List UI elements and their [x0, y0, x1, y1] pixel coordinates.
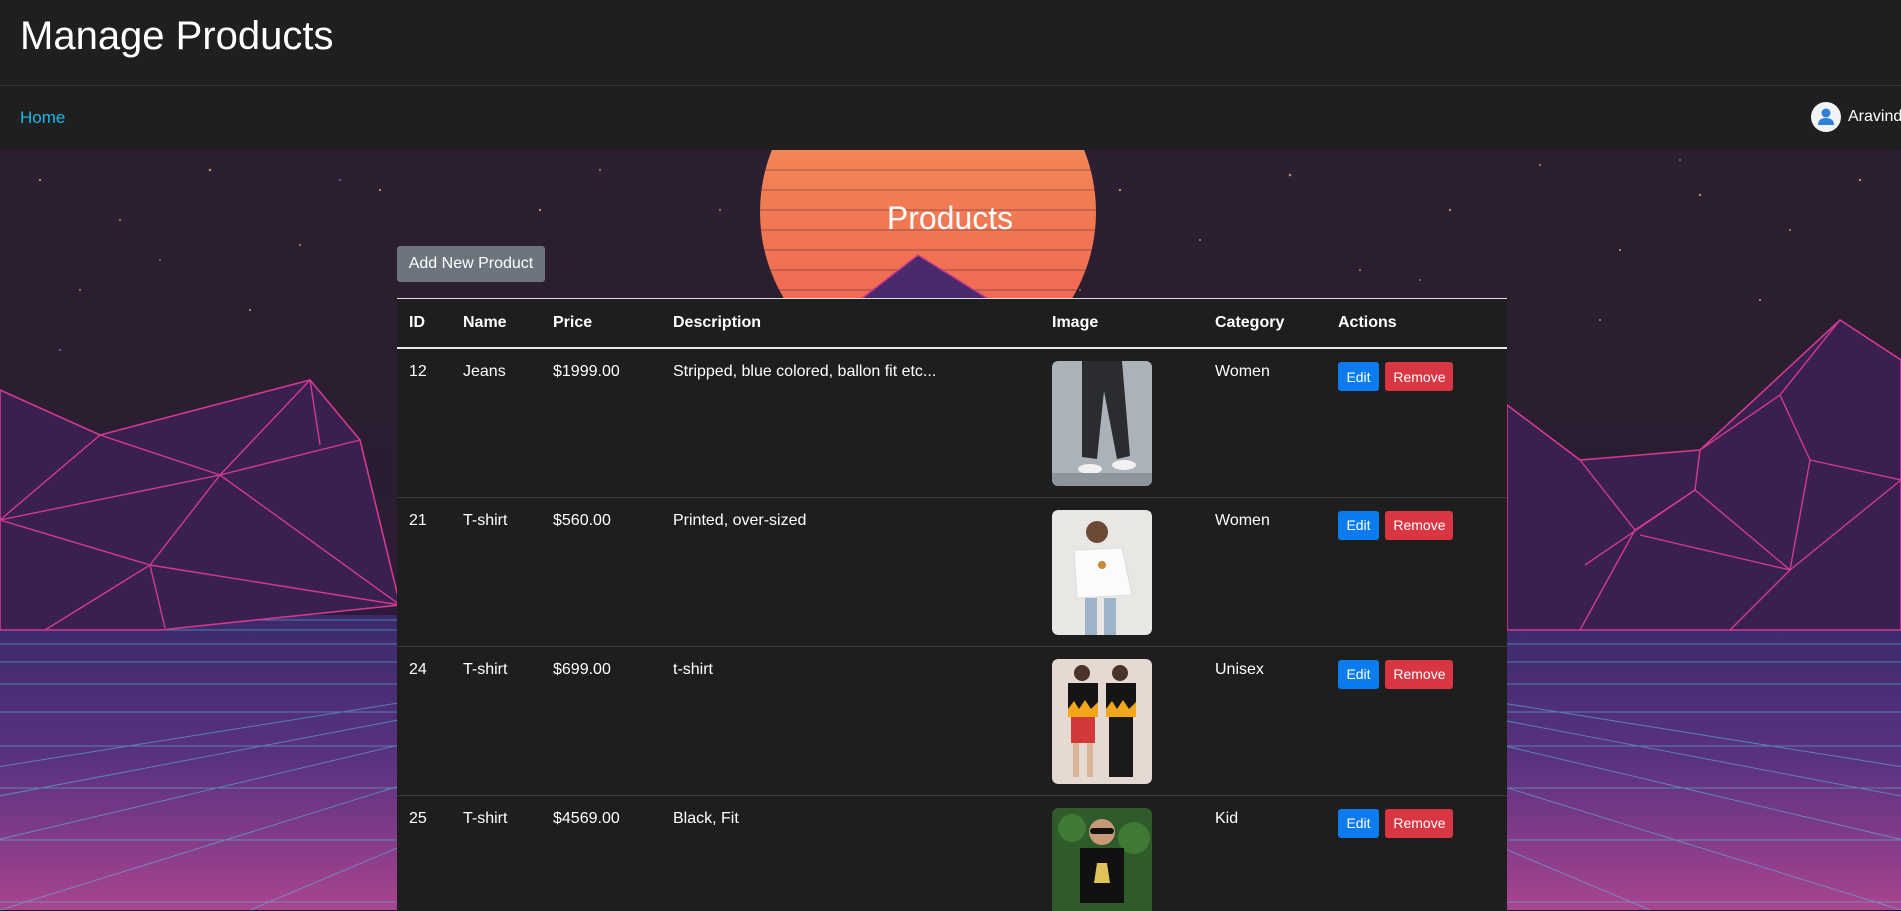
cell-price: $699.00: [541, 646, 661, 795]
add-new-product-button[interactable]: Add New Product: [397, 246, 545, 282]
cell-image: [1040, 795, 1203, 911]
cell-id: 21: [397, 497, 451, 646]
cell-actions: Edit Remove: [1326, 348, 1507, 497]
user-name: Aravind: [1848, 108, 1901, 126]
cell-actions: Edit Remove: [1326, 795, 1507, 911]
cell-price: $4569.00: [541, 795, 661, 911]
cell-category: Kid: [1203, 795, 1326, 911]
product-image-white-tshirt: [1052, 510, 1152, 635]
cell-image: [1040, 497, 1203, 646]
page-title: Manage Products: [20, 14, 334, 59]
column-header-image: Image: [1040, 299, 1203, 348]
table-row: 21 T-shirt $560.00 Printed, over-sized W…: [397, 497, 1507, 646]
nav-home-link[interactable]: Home: [20, 108, 65, 128]
cell-id: 24: [397, 646, 451, 795]
remove-button[interactable]: Remove: [1385, 809, 1453, 838]
column-header-id: ID: [397, 299, 451, 348]
cell-id: 25: [397, 795, 451, 911]
column-header-actions: Actions: [1326, 299, 1507, 348]
remove-button[interactable]: Remove: [1385, 362, 1453, 391]
products-table-container: ID Name Price Description Image Category…: [397, 298, 1507, 911]
products-heading: Products: [860, 200, 1040, 237]
column-header-category: Category: [1203, 299, 1326, 348]
cell-name: T-shirt: [451, 795, 541, 911]
table-row: 12 Jeans $1999.00 Stripped, blue colored…: [397, 348, 1507, 497]
cell-price: $1999.00: [541, 348, 661, 497]
table-header-row: ID Name Price Description Image Category…: [397, 299, 1507, 348]
cell-description: Printed, over-sized: [661, 497, 1040, 646]
cell-image: [1040, 348, 1203, 497]
cell-category: Women: [1203, 497, 1326, 646]
cell-image: [1040, 646, 1203, 795]
user-avatar-icon: [1811, 102, 1841, 132]
cell-price: $560.00: [541, 497, 661, 646]
remove-button[interactable]: Remove: [1385, 511, 1453, 540]
user-menu[interactable]: Aravind: [1811, 102, 1901, 132]
table-row: 24 T-shirt $699.00 t-shirt: [397, 646, 1507, 795]
product-image-kid-tshirt: [1052, 808, 1152, 911]
remove-button[interactable]: Remove: [1385, 660, 1453, 689]
column-header-name: Name: [451, 299, 541, 348]
cell-category: Unisex: [1203, 646, 1326, 795]
column-header-description: Description: [661, 299, 1040, 348]
products-table: ID Name Price Description Image Category…: [397, 299, 1507, 911]
cell-id: 12: [397, 348, 451, 497]
cell-actions: Edit Remove: [1326, 646, 1507, 795]
cell-category: Women: [1203, 348, 1326, 497]
product-image-flame-tshirts: [1052, 659, 1152, 784]
cell-description: t-shirt: [661, 646, 1040, 795]
edit-button[interactable]: Edit: [1338, 809, 1379, 838]
cell-description: Black, Fit: [661, 795, 1040, 911]
cell-name: Jeans: [451, 348, 541, 497]
cell-description: Stripped, blue colored, ballon fit etc..…: [661, 348, 1040, 497]
cell-name: T-shirt: [451, 646, 541, 795]
edit-button[interactable]: Edit: [1338, 362, 1379, 391]
product-image-jeans: [1052, 361, 1152, 486]
navbar: Home Aravind: [0, 86, 1901, 150]
column-header-price: Price: [541, 299, 661, 348]
table-row: 25 T-shirt $4569.00 Black, Fit Kid: [397, 795, 1507, 911]
cell-actions: Edit Remove: [1326, 497, 1507, 646]
edit-button[interactable]: Edit: [1338, 660, 1379, 689]
page-header: Manage Products: [0, 0, 1901, 86]
cell-name: T-shirt: [451, 497, 541, 646]
edit-button[interactable]: Edit: [1338, 511, 1379, 540]
